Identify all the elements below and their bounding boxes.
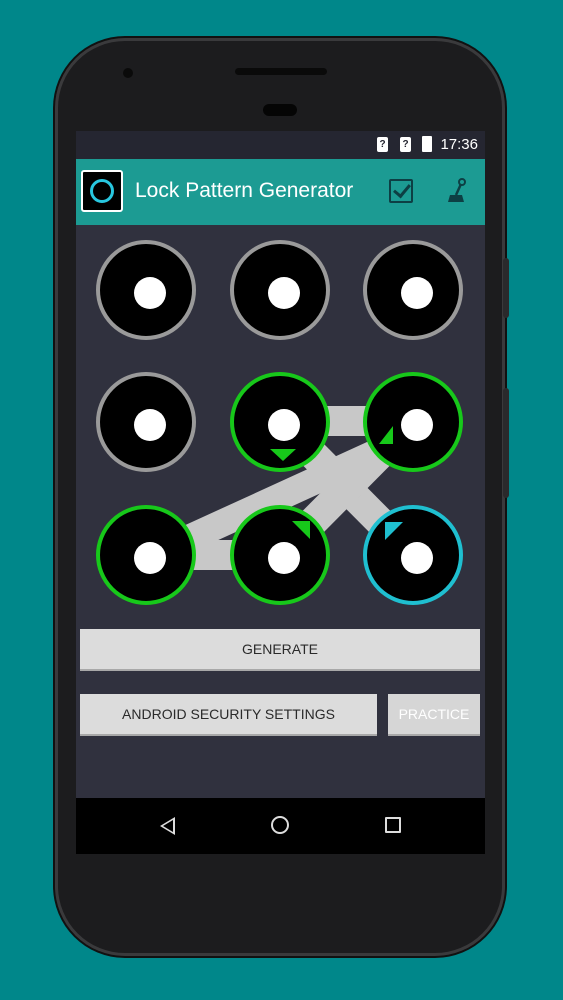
android-security-settings-button[interactable]: ANDROID SECURITY SETTINGS [80,694,377,734]
pattern-node-4[interactable] [96,372,196,472]
app-logo-icon [81,170,123,212]
app-bar: Lock Pattern Generator [76,159,485,225]
sim-unknown-icon: ? [400,137,411,152]
recent-square-icon[interactable] [385,817,401,833]
pattern-node-6[interactable] [363,372,463,472]
arrow-left-icon [379,426,395,460]
arrow-down-icon [270,449,296,461]
pattern-node-7[interactable] [96,505,196,605]
pattern-node-3[interactable] [363,240,463,340]
navigation-bar [76,798,485,854]
status-time: 17:36 [440,136,478,153]
front-camera [123,68,133,78]
proximity-sensor [263,104,297,116]
battery-icon [422,136,432,152]
joystick-icon[interactable] [442,176,470,206]
sim-unknown-icon: ? [377,137,388,152]
pattern-node-2[interactable] [230,240,330,340]
power-button [503,258,509,318]
generate-button[interactable]: GENERATE [80,629,480,669]
screen: ? ? 17:36 Lock Pattern Generator GENERAT… [76,131,485,798]
pattern-node-5[interactable] [230,372,330,472]
status-bar: ? ? 17:36 [76,131,485,159]
checkbox-checked-icon[interactable] [389,179,413,203]
pattern-grid[interactable] [76,225,485,625]
volume-button [503,388,509,498]
pattern-node-8[interactable] [230,505,330,605]
arrow-corner-icon [292,521,310,539]
app-title: Lock Pattern Generator [135,179,354,202]
earpiece-speaker [235,68,327,75]
arrow-corner-icon [385,522,403,540]
practice-button[interactable]: PRACTICE [388,694,480,734]
pattern-node-1[interactable] [96,240,196,340]
pattern-node-9[interactable] [363,505,463,605]
home-circle-icon[interactable] [271,816,289,834]
back-triangle-icon[interactable] [160,817,175,835]
